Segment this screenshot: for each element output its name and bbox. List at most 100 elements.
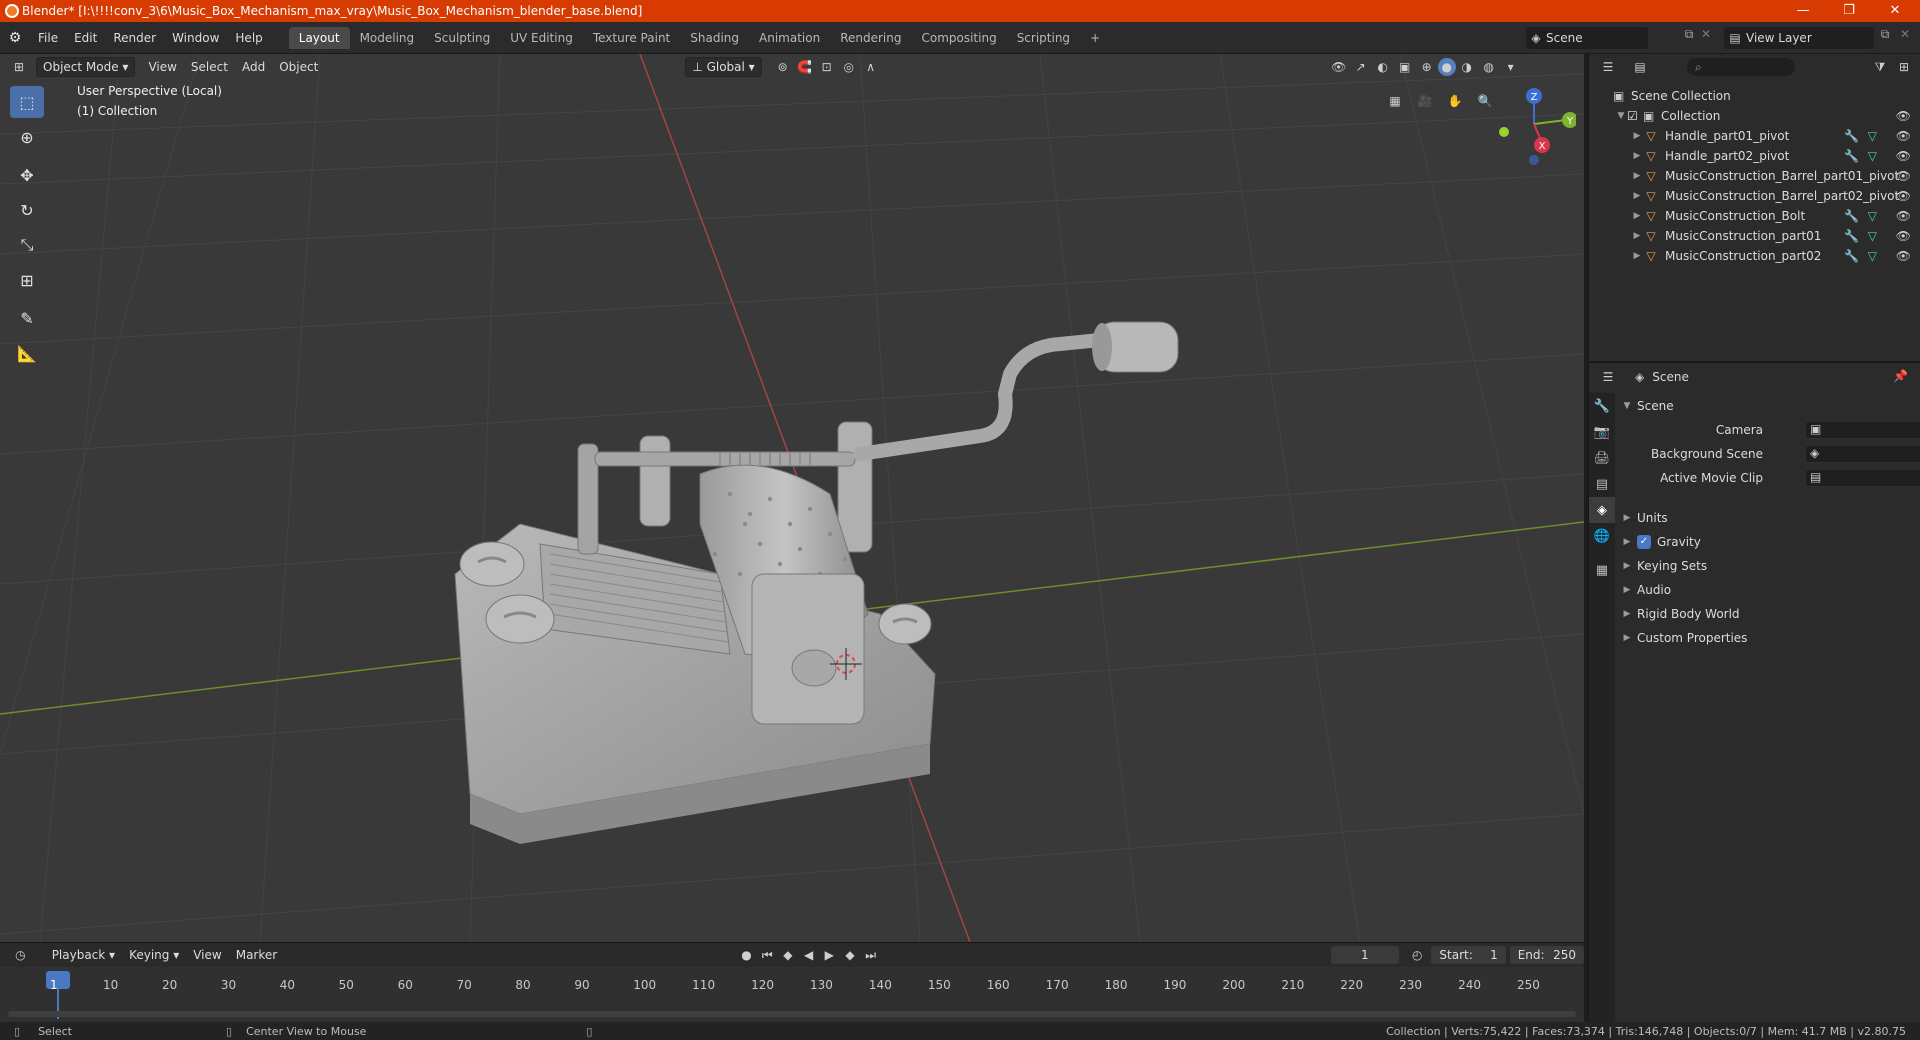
measure-tool-icon[interactable]: 📐	[10, 337, 44, 369]
eye-icon[interactable]: 👁	[1896, 109, 1911, 123]
outliner-item-row[interactable]: ▶ ▽ MusicConstruction_part01 🔧 ▽ 👁	[1589, 226, 1920, 246]
tab-compositing[interactable]: Compositing	[911, 27, 1006, 49]
menu-help[interactable]: Help	[227, 27, 270, 49]
eye-icon[interactable]: 👁	[1896, 149, 1911, 163]
eye-icon[interactable]: 👁	[1896, 129, 1911, 143]
outliner-item-row[interactable]: ▶ ▽ MusicConstruction_Barrel_part01_pivot 👁	[1589, 166, 1920, 186]
tab-animation[interactable]: Animation	[749, 27, 830, 49]
collection-checkbox[interactable]: ☑	[1627, 109, 1643, 123]
view-layer-tab-icon[interactable]: ▤	[1589, 471, 1615, 497]
collection-row[interactable]: ▼ ☑ ▣ Collection 👁	[1589, 106, 1920, 126]
collection-expand-icon[interactable]: ▼	[1615, 111, 1627, 121]
units-panel-header[interactable]: ▶ Units	[1621, 507, 1917, 529]
scale-tool-icon[interactable]: ⤡	[10, 229, 44, 261]
object-mode-dropdown[interactable]: Object Mode ▾	[36, 57, 136, 77]
viewport-menu-add[interactable]: Add	[235, 57, 272, 77]
tab-texture-paint[interactable]: Texture Paint	[583, 27, 680, 49]
new-scene-icon[interactable]: ⧉	[1678, 27, 1700, 42]
mesh-data-icon[interactable]: ▽	[1868, 129, 1877, 143]
orientation-dropdown[interactable]: ⊥ Global ▾	[685, 57, 762, 77]
output-tab-icon[interactable]: 🖨	[1589, 445, 1615, 471]
falloff-icon[interactable]: ∧	[860, 57, 882, 77]
annotate-tool-icon[interactable]: ✎	[10, 302, 44, 334]
custom-properties-panel-header[interactable]: ▶ Custom Properties	[1621, 627, 1917, 649]
item-expand-icon[interactable]: ▶	[1631, 191, 1643, 201]
item-expand-icon[interactable]: ▶	[1631, 151, 1643, 161]
outliner-item-row[interactable]: ▶ ▽ Handle_part01_pivot 🔧 ▽ 👁	[1589, 126, 1920, 146]
cursor-tool-icon[interactable]: ⊕	[10, 121, 44, 153]
item-expand-icon[interactable]: ▶	[1631, 171, 1643, 181]
outliner-item-row[interactable]: ▶ ▽ Handle_part02_pivot 🔧 ▽ 👁	[1589, 146, 1920, 166]
modifier-icon[interactable]: 🔧	[1844, 209, 1859, 223]
restore-button[interactable]: ❐	[1826, 0, 1872, 22]
snap-icon[interactable]: 🧲	[794, 57, 816, 77]
eye-icon[interactable]: 👁	[1896, 209, 1911, 223]
gizmo-toggle-icon[interactable]: ↗	[1350, 57, 1372, 77]
properties-editor-type-icon[interactable]: ☰	[1597, 367, 1619, 387]
blender-menu-icon[interactable]: ⚙	[0, 30, 30, 46]
new-collection-icon[interactable]: ⊞	[1893, 57, 1915, 77]
world-tab-icon[interactable]: 🌐	[1589, 523, 1615, 549]
scene-collection-row[interactable]: ▣ Scene Collection	[1589, 86, 1920, 106]
viewport-menu-select[interactable]: Select	[184, 57, 235, 77]
modifier-icon[interactable]: 🔧	[1844, 249, 1859, 263]
timeline-scrollbar[interactable]	[8, 1011, 1576, 1017]
navigation-gizmo[interactable]: Z Y X	[1486, 82, 1576, 182]
scene-panel-header[interactable]: ▼ Scene	[1621, 395, 1917, 417]
3d-viewport[interactable]: ⊞ Object Mode ▾ View Select Add Object ⊥…	[0, 54, 1584, 942]
pivot-point-icon[interactable]: ⊚	[772, 57, 794, 77]
menu-render[interactable]: Render	[105, 27, 164, 49]
overlays-icon[interactable]: ◐	[1372, 57, 1394, 77]
item-expand-icon[interactable]: ▶	[1631, 231, 1643, 241]
gravity-checkbox[interactable]: ✓	[1637, 535, 1651, 549]
mesh-data-icon[interactable]: ▽	[1868, 249, 1877, 263]
pin-icon[interactable]: 📌	[1893, 369, 1908, 383]
tab-uv-editing[interactable]: UV Editing	[500, 27, 583, 49]
outliner-item-row[interactable]: ▶ ▽ MusicConstruction_Bolt 🔧 ▽ 👁	[1589, 206, 1920, 226]
move-tool-icon[interactable]: ✥	[10, 159, 44, 191]
close-button[interactable]: ✕	[1872, 0, 1918, 22]
music-box-model[interactable]	[454, 321, 1179, 844]
viewport-menu-view[interactable]: View	[141, 57, 183, 77]
viewport-scene[interactable]	[0, 54, 1584, 942]
shading-options-icon[interactable]: ▾	[1500, 57, 1522, 77]
outliner-editor-type-icon[interactable]: ☰	[1597, 57, 1619, 77]
mesh-data-icon[interactable]: ▽	[1868, 209, 1877, 223]
rotate-tool-icon[interactable]: ↻	[10, 194, 44, 226]
eye-icon[interactable]: 👁	[1896, 189, 1911, 203]
item-expand-icon[interactable]: ▶	[1631, 211, 1643, 221]
render-tab-icon[interactable]: 📷	[1589, 419, 1615, 445]
tab-layout[interactable]: Layout	[288, 26, 350, 49]
tab-rendering[interactable]: Rendering	[830, 27, 911, 49]
mesh-data-icon[interactable]: ▽	[1868, 149, 1877, 163]
outliner-item-row[interactable]: ▶ ▽ MusicConstruction_Barrel_part02_pivot 👁	[1589, 186, 1920, 206]
camera-field[interactable]: ▣	[1805, 421, 1920, 439]
scene-selector[interactable]: ◈ Scene	[1526, 27, 1648, 49]
eye-icon[interactable]: 👁	[1896, 229, 1911, 243]
outliner-item-row[interactable]: ▶ ▽ MusicConstruction_part02 🔧 ▽ 👁	[1589, 246, 1920, 266]
gravity-panel-header[interactable]: ▶ ✓ Gravity	[1621, 531, 1917, 553]
viewport-menu-object[interactable]: Object	[272, 57, 325, 77]
shading-wireframe-icon[interactable]: ⊕	[1416, 57, 1438, 77]
mesh-data-icon[interactable]: ▽	[1868, 229, 1877, 243]
tab-scripting[interactable]: Scripting	[1007, 27, 1080, 49]
active-movie-clip-field[interactable]: ▤	[1805, 469, 1920, 487]
display-mode-icon[interactable]: ▤	[1629, 57, 1651, 77]
new-view-layer-icon[interactable]: ⧉	[1874, 27, 1896, 42]
editor-type-icon[interactable]: ⊞	[8, 57, 30, 77]
minimize-button[interactable]: —	[1780, 0, 1826, 22]
view-layer-selector[interactable]: ▤ View Layer	[1724, 27, 1874, 49]
select-box-tool-icon[interactable]: ⬚	[10, 86, 44, 118]
camera-view-icon[interactable]: 🎥	[1412, 88, 1438, 114]
texture-tab-icon[interactable]: ▦	[1589, 557, 1615, 583]
scene-tab-icon[interactable]: ◈	[1589, 497, 1615, 523]
transform-tool-icon[interactable]: ⊞	[10, 264, 44, 296]
delete-view-layer-icon[interactable]: ✕	[1896, 27, 1914, 41]
tool-tab-icon[interactable]: 🔧	[1589, 393, 1615, 419]
menu-edit[interactable]: Edit	[66, 27, 105, 49]
tab-sculpting[interactable]: Sculpting	[424, 27, 500, 49]
visibility-selectability-icon[interactable]: 👁	[1328, 57, 1350, 77]
shading-rendered-icon[interactable]: ◍	[1478, 57, 1500, 77]
modifier-icon[interactable]: 🔧	[1844, 129, 1859, 143]
pan-view-icon[interactable]: ✋	[1442, 88, 1468, 114]
